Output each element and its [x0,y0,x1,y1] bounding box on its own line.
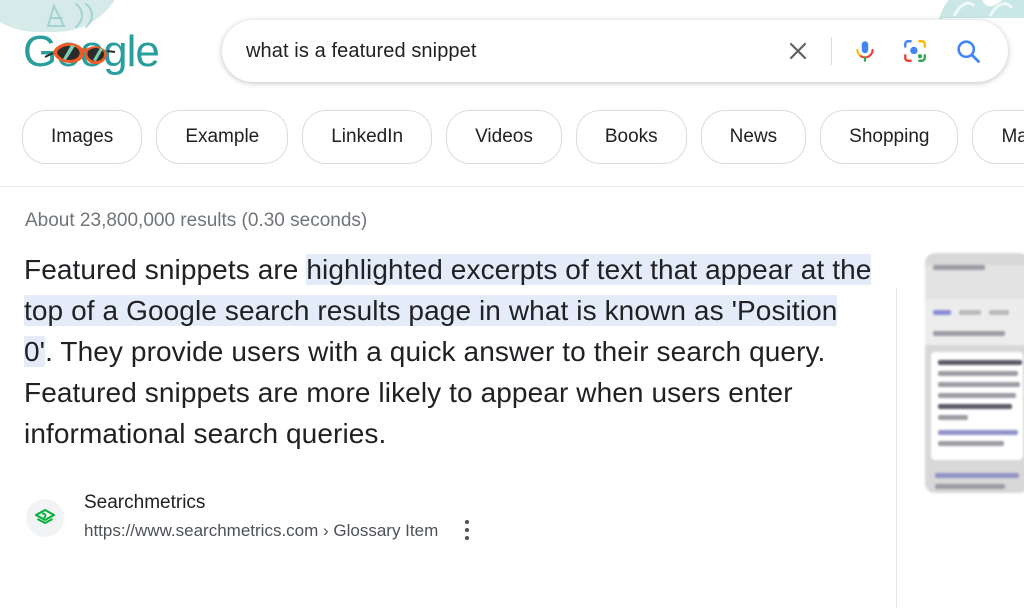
three-dots-vertical-icon[interactable] [454,515,480,545]
chip-label: News [729,126,778,147]
chip-label: Maps [1001,126,1024,147]
source-url: https://www.searchmetrics.com › Glossary… [84,520,439,540]
snippet-text-after: . They provide users with a quick answer… [24,336,826,449]
source-site-name: Searchmetrics [84,492,206,513]
source-info: Searchmetrics https://www.searchmetrics.… [84,490,480,545]
filter-chip-linkedin[interactable]: LinkedIn [302,110,433,164]
google-lens-camera-icon[interactable] [892,28,938,74]
featured-snippet-text: Featured snippets are highlighted excerp… [24,249,872,454]
search-divider [831,37,832,65]
searchmetrics-layers-icon [26,498,64,537]
search-filter-chips: Images Example LinkedIn Videos Books New… [0,110,1024,164]
chip-label: Example [185,126,260,147]
right-rail-divider [896,288,897,608]
chip-label: Videos [475,126,533,147]
thumbnail-stats [925,325,1024,345]
google-search-results-page: Google what is a featured snippet [0,0,1024,608]
dot [465,520,470,524]
search-header: Google what is a featured snippet [0,0,1024,187]
dot [465,536,470,540]
thumbnail-footer-result [925,467,1024,493]
filter-chip-books[interactable]: Books [575,110,687,164]
filter-chip-example[interactable]: Example [156,110,289,164]
google-doodle-logo[interactable]: Google [23,27,160,78]
magnifier-search-icon[interactable] [942,28,994,74]
close-x-icon[interactable] [775,28,821,74]
filter-chip-images[interactable]: Images [22,110,143,164]
filter-chip-shopping[interactable]: Shopping [820,110,959,164]
source-url-line: https://www.searchmetrics.com › Glossary… [84,515,480,545]
header-divider [0,186,1024,187]
chip-label: LinkedIn [331,126,404,147]
search-bar[interactable]: what is a featured snippet [222,20,1008,82]
search-input[interactable]: what is a featured snippet [222,40,775,63]
chip-label: Shopping [849,126,930,147]
chip-label: Books [604,126,658,147]
thumbnail-header [925,265,1024,299]
chip-label: Images [51,126,114,147]
dot [465,528,470,532]
filter-chip-news[interactable]: News [700,110,807,164]
search-query-text[interactable]: what is a featured snippet [246,40,775,63]
result-stats: About 23,800,000 results (0.30 seconds) [25,210,368,231]
filter-chip-videos[interactable]: Videos [446,110,562,164]
serp-screenshot-thumbnail[interactable] [925,253,1024,493]
filter-chip-maps[interactable]: Maps [972,110,1024,164]
thumbnail-tabs [925,299,1024,325]
thumbnail-snippet-card [931,352,1023,460]
snippet-text-before: Featured snippets are [24,254,307,285]
microphone-icon[interactable] [842,28,888,74]
snippet-source-row[interactable]: Searchmetrics https://www.searchmetrics.… [26,490,480,545]
